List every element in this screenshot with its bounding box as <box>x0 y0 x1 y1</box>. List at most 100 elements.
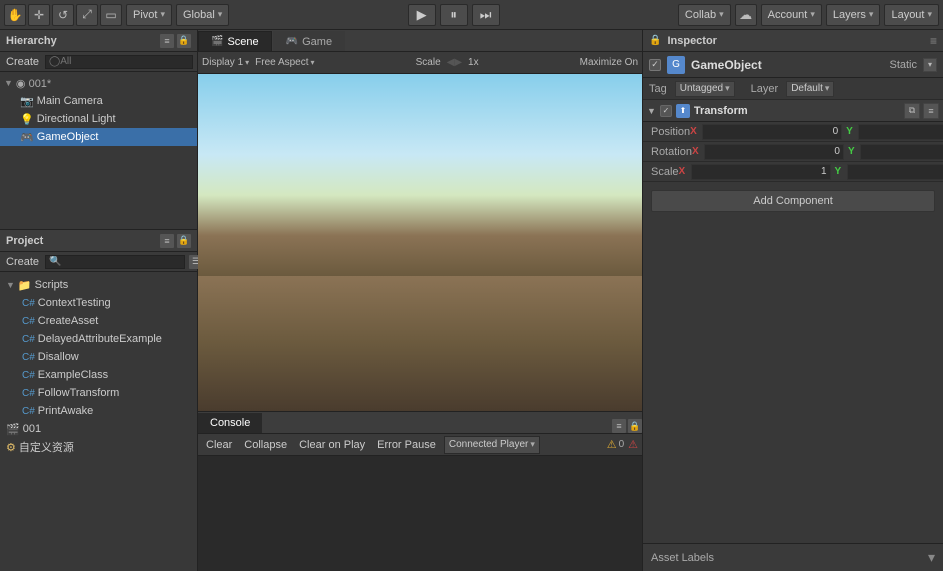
hierarchy-search-input[interactable] <box>45 55 193 69</box>
rotation-y-label: Y <box>848 146 858 157</box>
project-folder-scripts[interactable]: ▼ 📁 Scripts <box>0 276 197 294</box>
transform-menu-icon[interactable]: ≡ <box>923 103 939 119</box>
cs-file-icon: C# <box>22 370 35 381</box>
connected-player-dropdown[interactable]: Connected Player ▾ <box>444 436 540 454</box>
tab-console[interactable]: Console <box>198 413 262 433</box>
console-clear-on-play-button[interactable]: Clear on Play <box>295 436 369 454</box>
account-dropdown[interactable]: Account ▾ <box>761 4 822 26</box>
project-menu-icon[interactable]: ≡ <box>160 234 174 248</box>
project-file[interactable]: C# CreateAsset <box>0 312 197 330</box>
console-error-pause-button[interactable]: Error Pause <box>373 436 440 454</box>
console-collapse-button[interactable]: Collapse <box>240 436 291 454</box>
left-panel: Hierarchy ≡ 🔒 Create ▼ ◉ 001* 📷 Main Cam… <box>0 30 198 571</box>
project-header: Project ≡ 🔒 <box>0 230 197 252</box>
inspector-menu-icon[interactable]: ≡ <box>930 34 937 48</box>
scene-tab-label: Scene <box>227 36 258 48</box>
layer-dropdown[interactable]: Default ▾ <box>786 81 834 97</box>
aspect-dropdown[interactable]: Free Aspect ▾ <box>255 57 314 68</box>
hierarchy-item-label: Main Camera <box>37 95 103 107</box>
transform-component-header[interactable]: ▼ ✓ ⬆ Transform ⧉ ≡ <box>643 100 943 122</box>
collab-dropdown[interactable]: Collab ▾ <box>678 4 731 26</box>
hierarchy-lock-icon[interactable]: 🔒 <box>177 34 191 48</box>
tab-scene[interactable]: 🎬 Scene <box>198 31 272 51</box>
scale-x-label: X <box>679 166 689 177</box>
transform-enable-checkbox[interactable]: ✓ <box>660 105 672 117</box>
transform-tools: ✋ ✛ ↺ ⤢ ▭ <box>4 4 122 26</box>
account-chevron-icon: ▾ <box>810 9 815 20</box>
transform-scale-row: Scale X Y Z <box>643 162 943 182</box>
object-name[interactable]: GameObject <box>691 58 883 72</box>
play-button[interactable]: ▶ <box>408 4 436 26</box>
scale-value: 1x <box>468 57 479 68</box>
project-create-button[interactable]: Create <box>4 256 41 268</box>
console-tab-bar: Console ≡ 🔒 <box>198 412 642 434</box>
display-dropdown[interactable]: Display 1 ▾ <box>202 57 249 68</box>
transform-component-buttons: ⧉ ≡ <box>904 103 939 119</box>
layer-chevron-icon: ▾ <box>825 83 830 94</box>
game-tab-icon: 🎮 <box>286 36 298 47</box>
tag-dropdown[interactable]: Untagged ▾ <box>675 81 735 97</box>
project-item-001-label: 001 <box>23 423 41 435</box>
position-label: Position <box>651 126 690 138</box>
rect-tool-icon[interactable]: ▭ <box>100 4 122 26</box>
game-tab-label: Game <box>302 36 332 48</box>
scale-x-input[interactable] <box>691 164 831 180</box>
project-search-input[interactable] <box>45 255 185 269</box>
inspector-lock-icon[interactable]: 🔒 <box>649 35 661 46</box>
aspect-chevron-icon: ▾ <box>311 58 315 67</box>
layout-dropdown[interactable]: Layout ▾ <box>884 4 939 26</box>
hierarchy-item[interactable]: 📷 Main Camera <box>0 92 197 110</box>
console-menu-icon[interactable]: ≡ <box>612 419 626 433</box>
transform-copy-icon[interactable]: ⧉ <box>904 103 920 119</box>
transform-position-row: Position X Y Z <box>643 122 943 142</box>
hierarchy-item[interactable]: 💡 Directional Light <box>0 110 197 128</box>
console-warning-count: ⚠ 0 <box>607 438 624 451</box>
project-file[interactable]: C# ContextTesting <box>0 294 197 312</box>
static-dropdown[interactable]: ▾ <box>923 58 937 72</box>
hierarchy-menu-icon[interactable]: ≡ <box>160 34 174 48</box>
project-file[interactable]: C# ExampleClass <box>0 366 197 384</box>
position-x-input[interactable] <box>702 124 842 140</box>
move-tool-icon[interactable]: ✛ <box>28 4 50 26</box>
game-viewport[interactable] <box>198 74 642 411</box>
rotation-y-input[interactable] <box>860 144 943 160</box>
project-file-label: CreateAsset <box>38 315 99 327</box>
hand-tool-icon[interactable]: ✋ <box>4 4 26 26</box>
step-button[interactable]: ⏭ <box>472 4 500 26</box>
layers-dropdown[interactable]: Layers ▾ <box>826 4 881 26</box>
rotation-x-input[interactable] <box>704 144 844 160</box>
hierarchy-item[interactable]: 🎮 GameObject <box>0 128 197 146</box>
pivot-dropdown[interactable]: Pivot ▾ <box>126 4 172 26</box>
pause-button[interactable]: ⏸ <box>440 4 468 26</box>
console-lock-icon[interactable]: 🔒 <box>628 419 642 433</box>
project-item-custom[interactable]: ⚙ 自定义资源 <box>0 438 197 456</box>
hierarchy-create-button[interactable]: Create <box>4 56 41 68</box>
project-file[interactable]: C# DelayedAttributeExample <box>0 330 197 348</box>
project-item-001[interactable]: 🎬 001 <box>0 420 197 438</box>
custom-icon: ⚙ <box>6 441 16 454</box>
aspect-label: Free Aspect <box>255 57 308 68</box>
project-file[interactable]: C# FollowTransform <box>0 384 197 402</box>
global-dropdown[interactable]: Global ▾ <box>176 4 229 26</box>
scene-tab-icon: 🎬 <box>211 36 223 47</box>
project-lock-icon[interactable]: 🔒 <box>177 234 191 248</box>
hierarchy-root-item[interactable]: ▼ ◉ 001* <box>0 74 197 92</box>
console-clear-button[interactable]: Clear <box>202 436 236 454</box>
warning-count-icon: ⚠ <box>607 438 617 451</box>
scale-y-input[interactable] <box>847 164 943 180</box>
rotation-x-label: X <box>692 146 702 157</box>
tab-game[interactable]: 🎮 Game <box>273 31 345 51</box>
project-file[interactable]: C# Disallow <box>0 348 197 366</box>
project-file[interactable]: C# PrintAwake <box>0 402 197 420</box>
transform-arrow-icon: ▼ <box>647 106 656 116</box>
console-body[interactable] <box>198 456 642 571</box>
project-file-label: FollowTransform <box>38 387 120 399</box>
position-y-input[interactable] <box>858 124 943 140</box>
object-enable-checkbox[interactable]: ✓ <box>649 59 661 71</box>
maximize-btn[interactable]: Maximize On <box>580 57 638 68</box>
scale-tool-icon[interactable]: ⤢ <box>76 4 98 26</box>
add-component-button[interactable]: Add Component <box>651 190 935 212</box>
cloud-icon[interactable]: ☁ <box>735 4 757 26</box>
rotate-tool-icon[interactable]: ↺ <box>52 4 74 26</box>
asset-labels-expand-icon[interactable]: ▾ <box>928 549 935 566</box>
